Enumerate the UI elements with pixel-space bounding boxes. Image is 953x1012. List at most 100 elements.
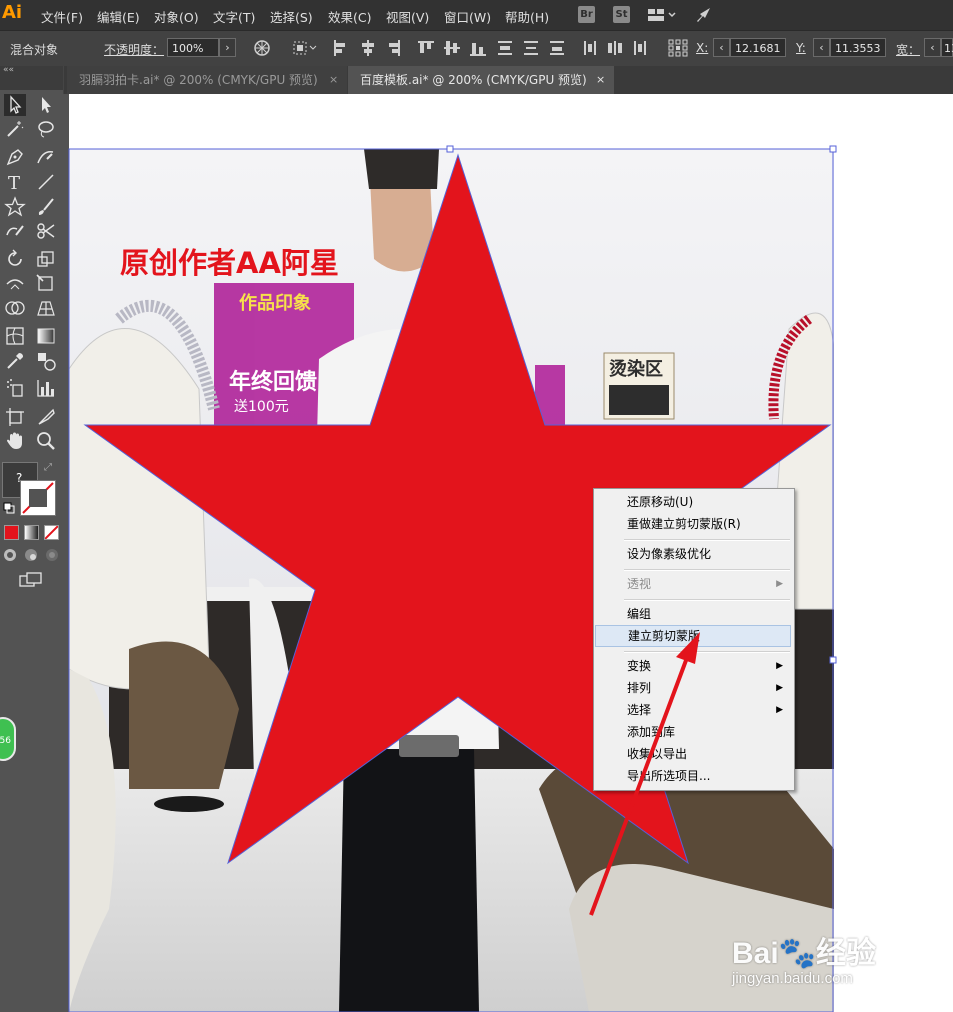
y-stepper[interactable]: ‹ [813,38,830,57]
pen-tool-icon[interactable] [4,146,26,168]
context-menu: 还原移动(U) 重做建立剪切蒙版(R) 设为像素级优化 透视 ▶ 编组 建立剪切蒙… [593,488,795,791]
ctx-make-clipping-mask[interactable]: 建立剪切蒙版 [595,625,791,647]
type-tool-icon[interactable]: T [4,171,26,193]
stock-button[interactable]: St [613,6,630,23]
line-segment-tool-icon[interactable] [35,171,57,193]
ctx-add-to-library[interactable]: 添加到库 [595,721,791,743]
tab-document-2-close-icon[interactable]: × [596,66,605,94]
align-to-selection-icon[interactable] [292,39,318,60]
gradient-tool-icon[interactable] [35,325,57,347]
scissors-tool-icon[interactable] [35,220,57,242]
control-bar: 混合对象 不透明度： 100% › X: ‹ 12.1681 Y: ‹ 11.3… [0,30,953,66]
width-input[interactable]: 13 [941,38,953,57]
menu-select[interactable]: 选择(S) [270,7,313,26]
y-input[interactable]: 11.3553 [830,38,886,57]
recolor-artwork-icon[interactable] [253,39,271,60]
star-tool-icon[interactable] [4,196,26,218]
toolbox: «« T ? ⤢ [0,65,64,1012]
screen-mode-icon[interactable] [19,572,43,591]
slice-tool-icon[interactable] [35,406,57,428]
ctx-separator [624,651,790,653]
eyedropper-tool-icon[interactable] [4,350,26,372]
ctx-pixel-optimize[interactable]: 设为像素级优化 [595,543,791,565]
ctx-perspective-label: 透视 [627,577,652,591]
gpu-rocket-icon[interactable] [694,5,714,28]
tab-document-1-close-icon[interactable]: × [329,66,338,94]
free-transform-tool-icon[interactable] [35,272,57,294]
draw-inside-icon[interactable] [45,548,59,565]
menu-file[interactable]: 文件(F) [41,7,83,26]
ctx-collect-for-export[interactable]: 收集以导出 [595,743,791,765]
document-tab-bar: 羽膈羽拍卡.ai* @ 200% (CMYK/GPU 预览) × 百度模板.ai… [0,66,953,94]
none-mode-button[interactable] [44,525,59,540]
menu-view[interactable]: 视图(V) [386,7,429,26]
scale-tool-icon[interactable] [35,248,57,270]
symbol-sprayer-tool-icon[interactable] [4,377,26,399]
ctx-redo-make-clipping-mask[interactable]: 重做建立剪切蒙版(R) [595,513,791,535]
menu-effect[interactable]: 效果(C) [328,7,371,26]
color-mode-button[interactable] [4,525,19,540]
tab-document-1[interactable]: 羽膈羽拍卡.ai* @ 200% (CMYK/GPU 预览) × [67,66,347,94]
ctx-arrange[interactable]: 排列 ▶ [595,677,791,699]
ctx-pixel-optimize-label: 设为像素级优化 [627,547,712,561]
menu-object[interactable]: 对象(O) [154,7,199,26]
tab-document-2-label: 百度模板.ai* @ 200% (CMYK/GPU 预览) [360,73,587,87]
blend-tool-icon[interactable] [35,350,57,372]
swap-fill-stroke-icon[interactable]: ⤢ [44,462,52,473]
menu-help[interactable]: 帮助(H) [505,7,549,26]
menu-edit[interactable]: 编辑(E) [97,7,140,26]
distribute-icons-group[interactable] [583,39,663,60]
width-tool-icon[interactable] [4,272,26,294]
toolbox-header: «« [0,65,63,90]
ctx-redo-label: 重做建立剪切蒙版(R) [627,517,741,531]
mesh-tool-icon[interactable] [4,325,26,347]
shaper-tool-icon[interactable] [4,220,26,242]
ctx-transform[interactable]: 变换 ▶ [595,655,791,677]
toolbox-collapse-icon[interactable]: «« [3,65,14,75]
draw-behind-icon[interactable] [24,548,38,565]
submenu-arrow-icon: ▶ [776,683,783,693]
menu-window[interactable]: 窗口(W) [444,7,491,26]
bridge-button[interactable]: Br [578,6,595,23]
opacity-label[interactable]: 不透明度： [104,41,164,58]
align-icons-group[interactable] [332,39,572,60]
selection-mode-label: 混合对象 [10,43,59,57]
curvature-tool-icon[interactable] [35,146,57,168]
magic-wand-tool-icon[interactable] [4,118,26,140]
opacity-input[interactable]: 100% [167,38,219,57]
selection-tool-icon[interactable] [4,94,26,116]
width-stepper[interactable]: ‹ [924,38,941,57]
tab-document-2[interactable]: 百度模板.ai* @ 200% (CMYK/GPU 预览) × [348,66,614,94]
ctx-select[interactable]: 选择 ▶ [595,699,791,721]
hand-tool-icon[interactable] [4,430,26,452]
paintbrush-tool-icon[interactable] [35,196,57,218]
default-fill-stroke-icon[interactable] [3,502,15,517]
direct-selection-tool-icon[interactable] [35,94,57,116]
opacity-dropdown-button[interactable]: › [219,38,236,57]
perspective-grid-tool-icon[interactable] [35,297,57,319]
x-stepper[interactable]: ‹ [713,38,730,57]
side-badge[interactable]: 56 [0,717,16,761]
column-graph-tool-icon[interactable] [35,377,57,399]
ctx-transform-label: 变换 [627,659,652,673]
gradient-mode-button[interactable] [24,525,39,540]
x-input[interactable]: 12.1681 [730,38,786,57]
rotate-tool-icon[interactable] [4,248,26,270]
shape-builder-tool-icon[interactable] [4,297,26,319]
ctx-export-selection[interactable]: 导出所选项目... [595,765,791,787]
ctx-collect-for-export-label: 收集以导出 [627,747,688,761]
submenu-arrow-icon: ▶ [776,661,783,671]
workspace-layout-icon[interactable] [646,5,676,28]
artboard-tool-icon[interactable] [4,406,26,428]
ctx-perspective: 透视 ▶ [595,573,791,595]
ctx-group[interactable]: 编组 [595,603,791,625]
transform-reference-point-icon[interactable] [668,39,688,60]
lasso-tool-icon[interactable] [35,118,57,140]
stroke-swatch[interactable] [20,480,56,516]
ctx-undo-move[interactable]: 还原移动(U) [595,491,791,513]
draw-normal-icon[interactable] [3,548,17,565]
zoom-tool-icon[interactable] [35,430,57,452]
y-label: Y: [796,41,806,55]
menu-type[interactable]: 文字(T) [213,7,255,26]
ctx-make-clipping-mask-label: 建立剪切蒙版 [628,629,701,643]
